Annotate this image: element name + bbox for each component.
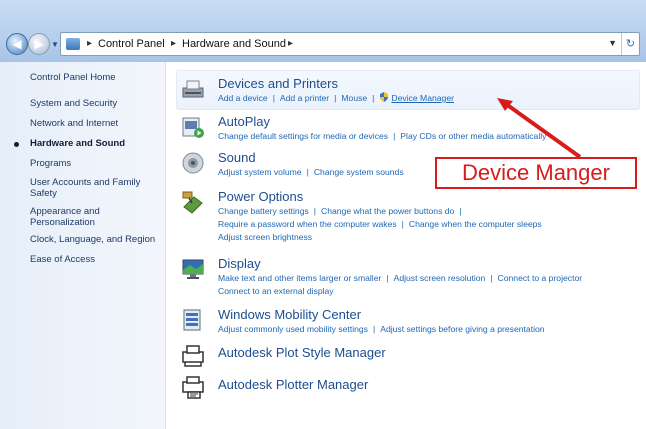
mobility-icon [183,309,201,331]
play-cds-automatically-link[interactable]: Play CDs or other media automatically [400,131,546,141]
sidebar-item-network-and-internet[interactable]: Network and Internet [30,118,160,129]
breadcrumb-control-panel[interactable]: Control Panel [98,38,165,50]
address-bar[interactable]: ▸ Control Panel ▸ Hardware and Sound ▸ ▼… [60,32,640,56]
power-options-links-row-1: Change battery settings | Change what the … [218,205,467,217]
sidebar-item-control-panel-home[interactable]: Control Panel Home [30,72,160,83]
recent-pages-dropdown[interactable]: ▼ [51,40,59,49]
breadcrumb-separator-icon[interactable]: ▸ [288,38,293,49]
connect-to-projector-link[interactable]: Connect to a projector [498,273,583,283]
plotter-style-icon [182,345,204,367]
printer-icon [182,80,204,98]
make-text-larger-link[interactable]: Make text and other items larger or smal… [218,273,381,283]
shield-icon [380,92,389,102]
plotter-icon [182,376,204,399]
breadcrumb-separator-icon[interactable]: ▸ [171,38,176,49]
devices-and-printers-title[interactable]: Devices and Printers [218,76,338,91]
adjust-screen-resolution-link[interactable]: Adjust screen resolution [394,273,486,283]
title-bar: ◀ ▶ ▼ ▸ Control Panel ▸ Hardware and Sou… [0,0,646,62]
speaker-icon [182,152,204,174]
autoplay-links: Change default settings for media or dev… [218,130,546,142]
breadcrumb-separator-icon[interactable]: ▸ [87,38,92,49]
windows-mobility-center-links: Adjust commonly used mobility settings | A… [218,323,545,335]
address-dropdown-icon[interactable]: ▼ [608,38,617,48]
sidebar-item-hardware-and-sound: Hardware and Sound [30,138,126,149]
back-button[interactable]: ◀ [6,33,28,55]
sidebar-item-user-accounts[interactable]: User Accounts and Family Safety [30,177,160,199]
add-printer-link[interactable]: Add a printer [280,93,329,103]
breadcrumb-hardware-and-sound[interactable]: Hardware and Sound [182,38,286,50]
sound-title[interactable]: Sound [218,150,256,165]
monitor-icon [182,259,204,279]
change-power-buttons-link[interactable]: Change what the power buttons do [321,206,454,216]
link-separator: | [490,273,493,283]
device-manager-callout: Device Manger [435,157,637,189]
autodesk-plot-style-manager-title[interactable]: Autodesk Plot Style Manager [218,345,386,360]
sidebar-item-appearance[interactable]: Appearance and Personalization [30,206,160,228]
mouse-link[interactable]: Mouse [341,93,367,103]
link-separator: | [393,131,396,141]
power-options-title[interactable]: Power Options [218,189,303,204]
link-separator: | [386,273,389,283]
display-links-row-1: Make text and other items larger or smal… [218,272,582,284]
adjust-system-volume-link[interactable]: Adjust system volume [218,167,302,177]
windows-mobility-center-title[interactable]: Windows Mobility Center [218,307,361,322]
sidebar-item-system-and-security[interactable]: System and Security [30,98,160,109]
refresh-icon[interactable]: ↻ [621,33,639,55]
active-item-bullet [14,142,19,147]
change-system-sounds-link[interactable]: Change system sounds [314,167,404,177]
devices-and-printers-links: Add a device | Add a printer | Mouse | Device … [218,92,454,104]
display-title[interactable]: Display [218,256,261,271]
power-options-links-row-2: Require a password when the computer wak… [218,218,542,230]
link-separator: | [313,206,317,216]
link-separator: | [401,219,404,229]
link-separator: | [372,324,376,334]
require-password-on-wake-link[interactable]: Require a password when the computer wak… [218,219,397,229]
link-separator: | [372,93,375,103]
link-separator: | [334,93,337,103]
power-options-links-row-3: Adjust screen brightness [218,231,312,243]
power-icon [182,191,203,214]
adjust-mobility-settings-link[interactable]: Adjust commonly used mobility settings [218,324,368,334]
main-content: Devices and Printers Add a device | Add a … [166,62,646,429]
sidebar-item-clock-language-region[interactable]: Clock, Language, and Region [30,234,160,245]
control-panel-icon [66,38,80,50]
link-separator: | [306,167,309,177]
forward-button[interactable]: ▶ [28,33,50,55]
display-links-row-2: Connect to an external display [218,285,334,297]
link-separator: | [459,206,462,216]
device-manager-link[interactable]: Device Manager [391,93,454,103]
sidebar-item-ease-of-access[interactable]: Ease of Access [30,254,160,265]
sound-links: Adjust system volume | Change system sound… [218,166,404,178]
sidebar-item-programs[interactable]: Programs [30,158,160,169]
link-separator: | [272,93,275,103]
autoplay-title[interactable]: AutoPlay [218,114,270,129]
autoplay-icon [182,117,204,138]
change-battery-settings-link[interactable]: Change battery settings [218,206,309,216]
sidebar: Control Panel Home System and Security N… [0,62,166,429]
add-device-link[interactable]: Add a device [218,93,268,103]
connect-external-display-link[interactable]: Connect to an external display [218,286,334,296]
change-default-media-settings-link[interactable]: Change default settings for media or dev… [218,131,388,141]
change-sleep-settings-link[interactable]: Change when the computer sleeps [409,219,542,229]
autodesk-plotter-manager-title[interactable]: Autodesk Plotter Manager [218,377,368,392]
adjust-screen-brightness-link[interactable]: Adjust screen brightness [218,232,312,242]
adjust-presentation-settings-link[interactable]: Adjust settings before giving a presenta… [380,324,544,334]
